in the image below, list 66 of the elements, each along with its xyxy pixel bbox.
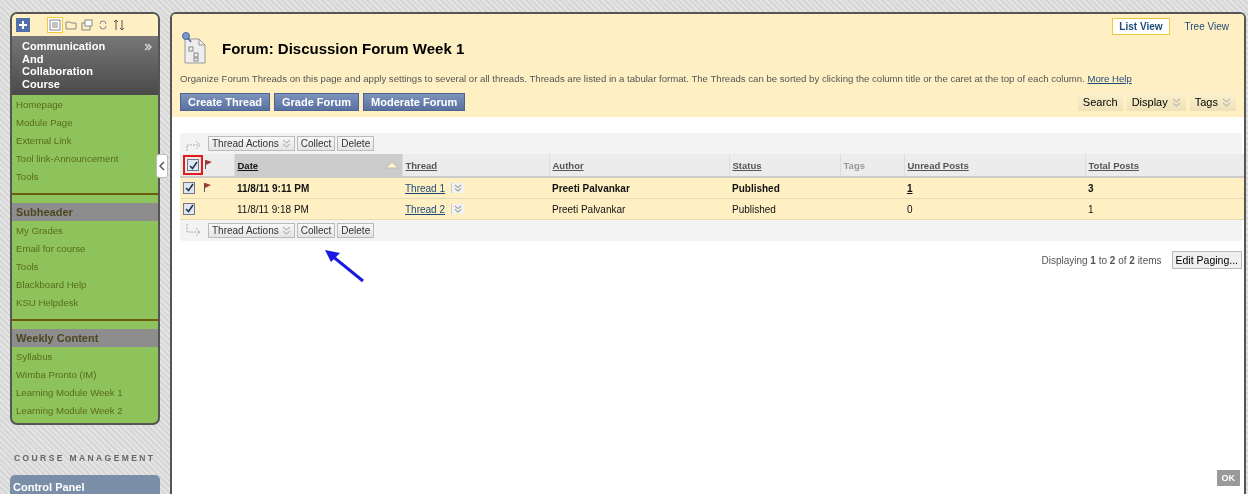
thread-actions-menu[interactable]: Thread Actions <box>208 223 295 238</box>
annotation-arrow <box>323 249 365 283</box>
unread-count-link[interactable]: 1 <box>907 182 913 194</box>
toolbar-button[interactable]: Tags <box>1189 93 1236 111</box>
chevron-down-icon <box>281 139 291 148</box>
action-button[interactable]: Collect <box>296 223 336 238</box>
view-tab[interactable]: Tree View <box>1177 18 1236 35</box>
view-tab[interactable]: List View <box>1112 18 1170 35</box>
action-button[interactable]: Collect <box>296 136 336 151</box>
table-cell: 11/8/11 9:11 PM <box>237 182 310 194</box>
flag-icon <box>203 159 213 169</box>
select-all-checkbox[interactable] <box>187 159 199 171</box>
page-title: Forum: Discussion Forum Week 1 <box>222 39 465 57</box>
table-cell: Published <box>732 182 780 194</box>
help-link[interactable]: More Help <box>1087 73 1132 84</box>
thread-link[interactable]: Thread 1 <box>405 182 446 194</box>
action-button[interactable]: Grade Forum <box>274 93 360 111</box>
table-cell: Preeti Palvankar <box>552 203 626 215</box>
table-cell: Published <box>732 203 776 215</box>
column-header[interactable]: Total Posts <box>1088 159 1139 171</box>
table-cell: 11/8/11 9:18 PM <box>237 203 309 215</box>
chevron-down-icon <box>1222 97 1231 107</box>
row-checkbox[interactable] <box>183 202 195 215</box>
context-menu-button[interactable] <box>451 183 465 193</box>
plus-icon <box>18 20 28 30</box>
thread-actions-menu[interactable]: Thread Actions <box>208 136 295 151</box>
edit-paging-button[interactable]: Edit Paging... <box>1171 251 1242 269</box>
column-header[interactable]: Unread Posts <box>907 159 969 171</box>
table-cell: Preeti Palvankar <box>552 182 630 194</box>
row-checkbox[interactable] <box>183 181 195 194</box>
chevron-down-icon <box>454 205 463 213</box>
action-button[interactable]: Delete <box>337 223 375 238</box>
table-cell: 3 <box>1088 182 1094 194</box>
paging-status: Displaying 1 to 2 of 2 items <box>1041 254 1162 266</box>
action-button[interactable]: Create Thread <box>180 93 270 111</box>
chevron-down-icon <box>454 184 463 192</box>
windows-icon[interactable] <box>80 18 94 32</box>
menu-subheader: Weekly Content <box>12 329 158 347</box>
double-chevron-icon[interactable] <box>144 43 152 51</box>
add-button[interactable] <box>16 18 30 32</box>
toolbar-button[interactable]: Display <box>1126 93 1186 111</box>
folder-icon[interactable] <box>64 18 78 32</box>
section-title: COURSE MANAGEMENT <box>13 453 157 463</box>
control-panel-header[interactable]: Control Panel <box>10 475 160 494</box>
table-cell: 1 <box>1088 203 1094 215</box>
chevron-down-icon <box>281 226 291 235</box>
chevron-down-icon <box>1171 97 1181 107</box>
chevron-left-icon <box>159 161 165 171</box>
thread-link[interactable]: Thread 2 <box>405 203 446 215</box>
context-menu-button[interactable] <box>451 204 465 214</box>
flag-icon[interactable] <box>203 182 212 192</box>
table-cell: 0 <box>907 203 913 215</box>
action-button[interactable]: Moderate Forum <box>363 93 466 111</box>
sort-icon[interactable] <box>112 18 126 32</box>
description: Organize Forum Threads on this page and apply settings to several or all threads. Threads are listed in a tabular format. The Threads can be sorted by clicking the column title or the caret at the top of each column. <box>180 73 1085 84</box>
action-button[interactable]: Delete <box>337 136 375 151</box>
column-header[interactable]: Status <box>732 159 762 171</box>
column-header[interactable]: Author <box>552 159 584 171</box>
menu-subheader: Subheader <box>12 203 158 221</box>
refresh-icon[interactable] <box>96 18 110 32</box>
column-header: Tags <box>843 159 865 171</box>
toolbar-button[interactable]: Search <box>1077 93 1123 111</box>
collapse-handle[interactable] <box>156 154 168 178</box>
forum-icon <box>180 31 208 65</box>
column-header[interactable]: Thread <box>405 159 438 171</box>
column-header[interactable]: Date <box>237 159 259 171</box>
